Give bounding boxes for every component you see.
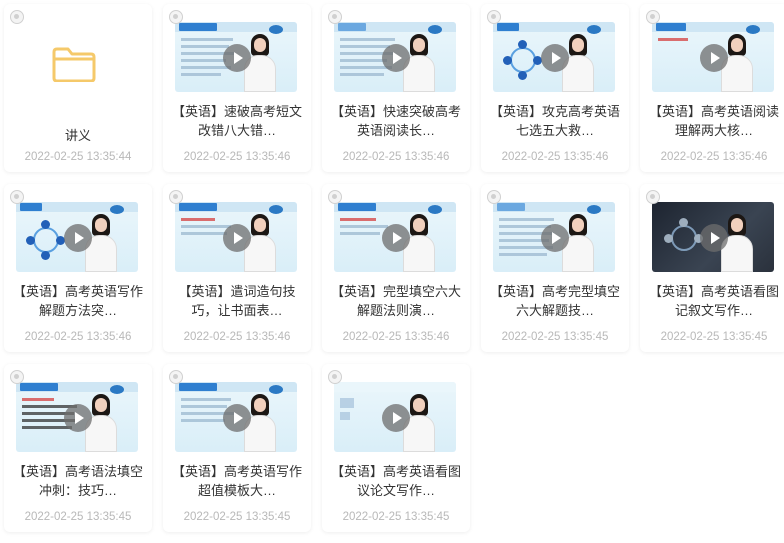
file-title: 【英语】高考英语写作超值模板大… xyxy=(171,464,302,498)
file-title: 【英语】速破高考短文改错八大错… xyxy=(171,104,302,138)
file-date: 2022-02-25 13:35:46 xyxy=(342,331,450,343)
video-thumbnail[interactable] xyxy=(652,202,774,272)
file-date: 2022-02-25 13:35:46 xyxy=(501,151,609,163)
play-icon[interactable] xyxy=(223,224,251,252)
file-date: 2022-02-25 13:35:46 xyxy=(342,151,450,163)
file-date: 2022-02-25 13:35:45 xyxy=(501,331,609,343)
select-checkbox[interactable] xyxy=(646,190,660,204)
select-checkbox[interactable] xyxy=(487,10,501,24)
file-date: 2022-02-25 13:35:46 xyxy=(660,151,768,163)
select-checkbox[interactable] xyxy=(10,10,24,24)
video-card[interactable]: 【英语】高考英语阅读理解两大核… 2022-02-25 13:35:46 xyxy=(640,4,784,172)
play-icon[interactable] xyxy=(382,44,410,72)
file-title: 讲义 xyxy=(64,128,91,143)
logo-icon xyxy=(269,25,283,34)
file-date: 2022-02-25 13:35:45 xyxy=(342,511,450,523)
file-date: 2022-02-25 13:35:46 xyxy=(183,151,291,163)
play-icon[interactable] xyxy=(382,224,410,252)
select-checkbox[interactable] xyxy=(169,190,183,204)
play-icon[interactable] xyxy=(223,44,251,72)
file-date: 2022-02-25 13:35:46 xyxy=(183,331,291,343)
video-card[interactable]: 【英语】高考完型填空六大解题技… 2022-02-25 13:35:45 xyxy=(481,184,629,352)
video-card[interactable]: 【英语】遣词造句技巧，让书面表… 2022-02-25 13:35:46 xyxy=(163,184,311,352)
logo-icon xyxy=(587,25,601,34)
video-card[interactable]: 【英语】高考英语写作超值模板大… 2022-02-25 13:35:45 xyxy=(163,364,311,532)
file-date: 2022-02-25 13:35:44 xyxy=(24,151,132,163)
video-card[interactable]: 【英语】攻克高考英语七选五大救… 2022-02-25 13:35:46 xyxy=(481,4,629,172)
logo-icon xyxy=(269,385,283,394)
file-grid: 讲义 2022-02-25 13:35:44 【英语】速破高考短文改错八大错… … xyxy=(0,0,784,543)
video-thumbnail[interactable] xyxy=(334,22,456,92)
video-thumbnail[interactable] xyxy=(652,22,774,92)
file-title: 【英语】高考英语看图议论文写作… xyxy=(330,464,461,498)
select-checkbox[interactable] xyxy=(328,370,342,384)
logo-icon xyxy=(746,25,760,34)
play-icon[interactable] xyxy=(382,404,410,432)
logo-icon xyxy=(110,385,124,394)
select-checkbox[interactable] xyxy=(169,10,183,24)
file-title: 【英语】高考英语看图记叙文写作… xyxy=(648,284,779,318)
select-checkbox[interactable] xyxy=(10,190,24,204)
select-checkbox[interactable] xyxy=(487,190,501,204)
file-title: 【英语】攻克高考英语七选五大救… xyxy=(489,104,620,138)
logo-icon xyxy=(269,205,283,214)
play-icon[interactable] xyxy=(64,224,92,252)
play-icon[interactable] xyxy=(541,44,569,72)
video-thumbnail[interactable] xyxy=(175,22,297,92)
video-thumbnail[interactable] xyxy=(334,202,456,272)
diagram-graphic xyxy=(24,218,68,262)
video-card[interactable]: 【英语】高考英语写作解题方法突… 2022-02-25 13:35:46 xyxy=(4,184,152,352)
file-title: 【英语】高考完型填空六大解题技… xyxy=(489,284,620,318)
video-card[interactable]: 【英语】高考英语看图记叙文写作… 2022-02-25 13:35:45 xyxy=(640,184,784,352)
video-thumbnail[interactable] xyxy=(493,22,615,92)
play-icon[interactable] xyxy=(700,224,728,252)
video-card[interactable]: 【英语】速破高考短文改错八大错… 2022-02-25 13:35:46 xyxy=(163,4,311,172)
logo-icon xyxy=(587,205,601,214)
file-date: 2022-02-25 13:35:45 xyxy=(183,511,291,523)
video-thumbnail[interactable] xyxy=(16,202,138,272)
file-date: 2022-02-25 13:35:46 xyxy=(24,331,132,343)
logo-icon xyxy=(428,205,442,214)
file-date: 2022-02-25 13:35:45 xyxy=(24,511,132,523)
video-card[interactable]: 【英语】快速突破高考英语阅读长… 2022-02-25 13:35:46 xyxy=(322,4,470,172)
video-thumbnail[interactable] xyxy=(16,382,138,452)
file-date: 2022-02-25 13:35:45 xyxy=(660,331,768,343)
select-checkbox[interactable] xyxy=(328,10,342,24)
play-icon[interactable] xyxy=(223,404,251,432)
file-card[interactable]: 讲义 2022-02-25 13:35:44 xyxy=(4,4,152,172)
video-thumbnail[interactable] xyxy=(175,382,297,452)
video-thumbnail[interactable] xyxy=(334,382,456,452)
logo-icon xyxy=(428,25,442,34)
play-icon[interactable] xyxy=(541,224,569,252)
select-checkbox[interactable] xyxy=(328,190,342,204)
file-title: 【英语】完型填空六大解题法则演… xyxy=(330,284,461,318)
logo-icon xyxy=(110,205,124,214)
video-card[interactable]: 【英语】高考语法填空冲刺：技巧… 2022-02-25 13:35:45 xyxy=(4,364,152,532)
select-checkbox[interactable] xyxy=(10,370,24,384)
play-icon[interactable] xyxy=(64,404,92,432)
diagram-graphic xyxy=(501,38,545,82)
video-thumbnail[interactable] xyxy=(175,202,297,272)
play-icon[interactable] xyxy=(700,44,728,72)
folder-icon xyxy=(52,47,96,82)
select-checkbox[interactable] xyxy=(169,370,183,384)
video-card[interactable]: 【英语】完型填空六大解题法则演… 2022-02-25 13:35:46 xyxy=(322,184,470,352)
video-card[interactable]: 【英语】高考英语看图议论文写作… 2022-02-25 13:35:45 xyxy=(322,364,470,532)
file-title: 【英语】高考英语阅读理解两大核… xyxy=(648,104,779,138)
file-title: 【英语】高考英语写作解题方法突… xyxy=(12,284,143,318)
select-checkbox[interactable] xyxy=(646,10,660,24)
file-title: 【英语】高考语法填空冲刺：技巧… xyxy=(12,464,143,498)
video-thumbnail[interactable] xyxy=(493,202,615,272)
file-title: 【英语】快速突破高考英语阅读长… xyxy=(330,104,461,138)
file-title: 【英语】遣词造句技巧，让书面表… xyxy=(178,284,296,318)
